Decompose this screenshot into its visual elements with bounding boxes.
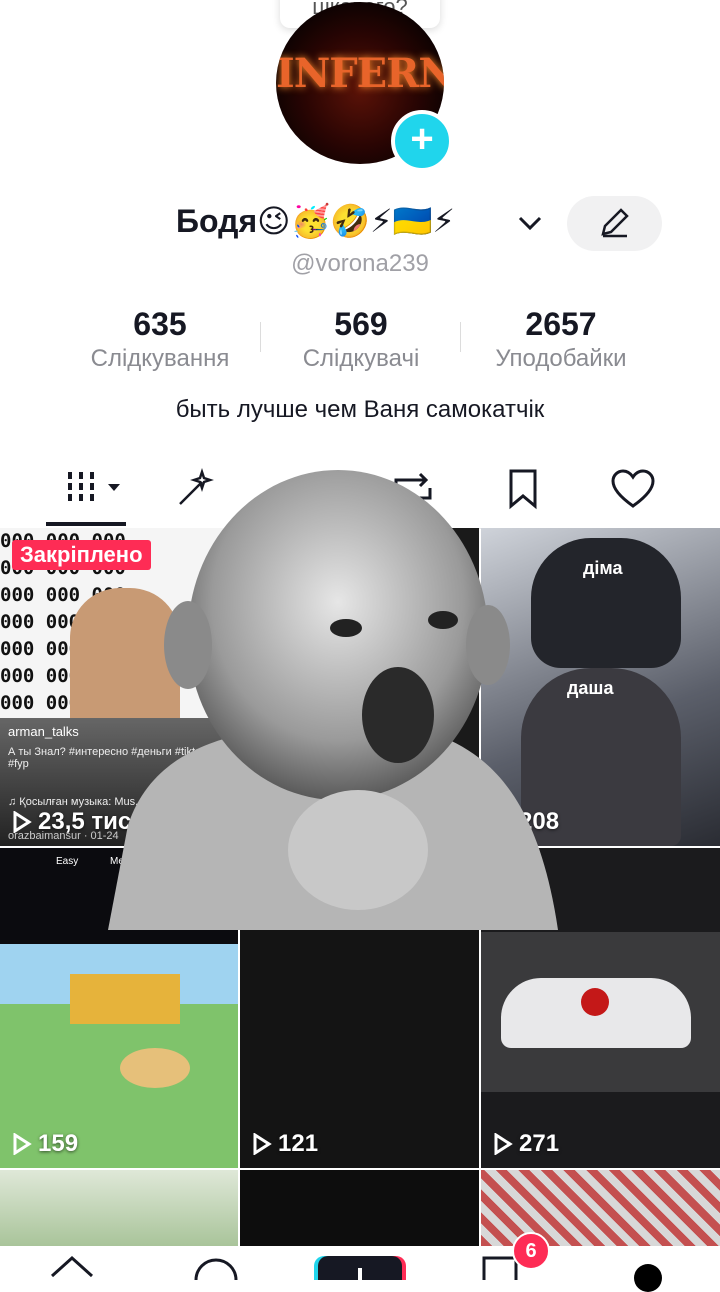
- username-handle: @vorona239: [291, 250, 429, 277]
- view-count: 121: [252, 1130, 318, 1158]
- profile-nav-avatar[interactable]: [634, 1264, 662, 1292]
- baby-sticker-image: [108, 470, 558, 930]
- anime-label-1: діма: [583, 558, 623, 578]
- play-icon: [13, 1133, 32, 1155]
- play-icon: [253, 1133, 272, 1155]
- video-thumbnail[interactable]: [481, 1170, 720, 1246]
- edit-profile-button[interactable]: [567, 196, 662, 251]
- play-icon: [494, 1133, 513, 1155]
- caption-user: arman_talks: [8, 724, 79, 739]
- school-building: [70, 974, 180, 1024]
- stat-followers[interactable]: 569 Слідкувачі: [261, 306, 461, 373]
- add-avatar-button[interactable]: +: [391, 110, 453, 172]
- video-thumbnail[interactable]: [240, 1170, 479, 1246]
- game-label-easy: Easy: [56, 856, 79, 867]
- play-icon: [13, 811, 32, 833]
- chevron-down-icon[interactable]: [516, 212, 544, 236]
- create-button[interactable]: [318, 1256, 402, 1280]
- path: [120, 1048, 190, 1088]
- discover-icon[interactable]: [190, 1246, 242, 1280]
- rose-image: [581, 988, 609, 1016]
- video-thumbnail[interactable]: [0, 1170, 238, 1246]
- stat-value: 569: [334, 306, 388, 342]
- stat-value: 635: [133, 306, 187, 342]
- stat-value: 2657: [525, 306, 597, 342]
- view-count: 159: [12, 1130, 78, 1158]
- anime-label-2: даша: [567, 678, 614, 698]
- bottom-navigation: 6: [0, 1232, 720, 1292]
- stat-label: Слідкування: [90, 345, 230, 372]
- profile-bio: быть лучше чем Ваня самокатчік: [175, 396, 545, 423]
- avatar-logo-text: INFERNO: [276, 50, 444, 97]
- display-name[interactable]: Бодя😉🥳🤣⚡🇺🇦⚡: [176, 202, 455, 240]
- stat-likes[interactable]: 2657 Уподобайки: [461, 306, 661, 373]
- stat-label: Уподобайки: [495, 345, 627, 372]
- pencil-icon: [601, 208, 629, 238]
- inbox-badge: 6: [512, 1232, 550, 1270]
- stat-label: Слідкувачі: [302, 345, 420, 372]
- stat-following[interactable]: 635 Слідкування: [60, 306, 260, 373]
- name-row: Бодя😉🥳🤣⚡🇺🇦⚡: [0, 196, 720, 252]
- view-count-value: 159: [38, 1130, 79, 1157]
- plus-icon: [358, 1268, 362, 1280]
- view-count: 271: [493, 1130, 559, 1158]
- view-count-value: 271: [519, 1130, 560, 1157]
- view-count-value: 121: [278, 1130, 319, 1157]
- heart-icon[interactable]: [610, 468, 656, 510]
- home-icon[interactable]: [46, 1246, 98, 1280]
